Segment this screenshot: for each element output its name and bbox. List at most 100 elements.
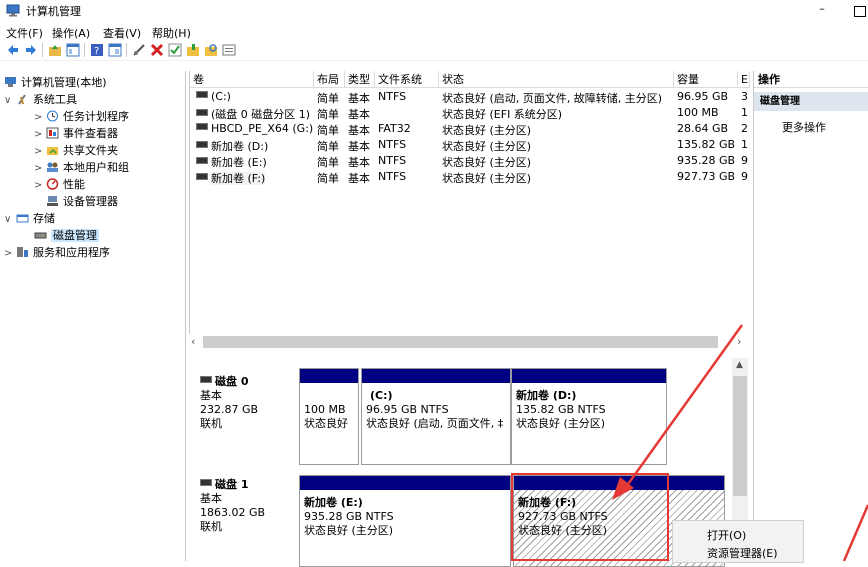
toolbar: ? (0, 40, 868, 61)
scrollbar-thumb[interactable] (203, 336, 718, 348)
partition-bar (300, 476, 510, 490)
context-menu-open[interactable]: 打开(O) (707, 527, 746, 543)
disk-0-type: 基本 (200, 389, 222, 402)
toolbar-separator (126, 43, 127, 57)
partition-efi[interactable]: 100 MB 状态良好 (299, 368, 359, 465)
disk-0-size: 232.87 GB (200, 403, 259, 416)
column-header-layout[interactable]: 布局 (314, 71, 345, 88)
svg-text:?: ? (94, 46, 99, 57)
minimize-button[interactable]: – (812, 2, 832, 18)
volume-row[interactable]: (C:) 简单 基本 NTFS 状态良好 (启动, 页面文件, 故障转储, 主分… (190, 90, 750, 106)
drive-icon (196, 157, 208, 164)
menu-view[interactable]: 查看(V) (103, 25, 141, 41)
volume-list: 卷 布局 类型 文件系统 状态 容量 E (C:) 简单 基本 NTFS 状态良… (189, 71, 750, 349)
volume-row[interactable]: (磁盘 0 磁盘分区 1) 简单 基本 状态良好 (EFI 系统分区) 100 … (190, 106, 750, 122)
column-header-status[interactable]: 状态 (439, 71, 674, 88)
drive-icon (196, 141, 208, 148)
check-icon[interactable] (168, 43, 182, 57)
drive-icon (196, 123, 208, 130)
chevron-right-icon[interactable]: > (34, 180, 46, 191)
column-header-filesystem[interactable]: 文件系统 (375, 71, 439, 88)
menu-action[interactable]: 操作(A) (52, 25, 90, 41)
partition-bar (300, 369, 358, 383)
chevron-right-icon[interactable]: > (34, 163, 46, 174)
show-hide-tree-icon[interactable] (66, 43, 80, 57)
chevron-right-icon[interactable]: > (34, 129, 46, 140)
volume-row[interactable]: 新加卷 (F:) 简单 基本 NTFS 状态良好 (主分区) 927.73 GB… (190, 170, 750, 186)
column-header-free[interactable]: E (738, 71, 750, 88)
volume-row[interactable]: 新加卷 (E:) 简单 基本 NTFS 状态良好 (主分区) 935.28 GB… (190, 154, 750, 170)
menu-help[interactable]: 帮助(H) (152, 25, 191, 41)
highlight-box (511, 473, 669, 561)
partition-bar (362, 369, 510, 383)
volume-row[interactable]: 新加卷 (D:) 简单 基本 NTFS 状态良好 (主分区) 135.82 GB… (190, 138, 750, 154)
disk-1-title: 磁盘 1 (200, 476, 248, 492)
scroll-up-icon[interactable]: ▲ (736, 360, 743, 370)
event-viewer-icon (46, 127, 59, 139)
tree-item-task-scheduler[interactable]: > 任务计划程序 (34, 108, 129, 125)
tree-item-local-users[interactable]: > 本地用户和组 (34, 159, 129, 176)
connect-icon[interactable] (132, 43, 146, 57)
tree-item-event-viewer[interactable]: > 事件查看器 (34, 125, 118, 142)
tree-item-system-tools[interactable]: ∨ 系统工具 (4, 91, 77, 108)
view-icon[interactable] (222, 43, 236, 57)
device-manager-icon (47, 196, 58, 206)
disk-0-title: 磁盘 0 (200, 373, 248, 389)
column-header-type[interactable]: 类型 (345, 71, 375, 88)
properties-icon[interactable] (108, 43, 122, 57)
more-actions-link[interactable]: 更多操作 (782, 119, 826, 135)
delete-icon[interactable] (150, 43, 164, 57)
disk-1-type: 基本 (200, 492, 222, 505)
tree-item-shared-folders[interactable]: > 共享文件夹 (34, 142, 118, 159)
disk-1-status: 联机 (200, 520, 222, 533)
up-folder-icon[interactable] (48, 43, 62, 57)
chevron-down-icon[interactable]: ∨ (4, 95, 16, 106)
actions-header: 操作 (754, 71, 868, 88)
disk-0-status: 联机 (200, 417, 222, 430)
menu-bar: 文件(F) 操作(A) 查看(V) 帮助(H) (0, 22, 868, 41)
title-bar: 计算机管理 – (0, 0, 868, 22)
context-menu-explorer[interactable]: 资源管理器(E) (707, 545, 778, 561)
tree-item-device-manager[interactable]: 设备管理器 (46, 193, 118, 210)
tree-item-computer-management[interactable]: 计算机管理(本地) (4, 74, 107, 91)
services-icon (17, 247, 28, 257)
actions-section-disk-management[interactable]: 磁盘管理 (754, 92, 868, 111)
scroll-right-icon[interactable]: › (737, 335, 741, 348)
chevron-down-icon[interactable]: ∨ (4, 214, 16, 225)
toolbar-separator (42, 43, 43, 57)
maximize-button[interactable] (854, 6, 866, 17)
clock-icon (47, 110, 58, 122)
chevron-right-icon[interactable]: > (34, 112, 46, 123)
storage-icon (16, 214, 29, 223)
partition-c[interactable]: (C:) 96.95 GB NTFS 状态良好 (启动, 页面文件, ‡ (361, 368, 511, 465)
window-title: 计算机管理 (26, 5, 81, 18)
chevron-right-icon[interactable]: > (34, 146, 46, 157)
users-icon (47, 162, 58, 172)
column-header-volume[interactable]: 卷 (190, 71, 314, 88)
column-header-capacity[interactable]: 容量 (674, 71, 738, 88)
disk-0-header[interactable]: 磁盘 0 基本 232.87 GB 联机 (189, 368, 300, 463)
forward-icon[interactable] (24, 43, 38, 57)
volume-row[interactable]: HBCD_PE_X64 (G:) 简单 基本 FAT32 状态良好 (主分区) … (190, 122, 750, 138)
tree-item-services-apps[interactable]: > 服务和应用程序 (4, 244, 110, 261)
tree-item-storage[interactable]: ∨ 存储 (4, 210, 55, 227)
menu-file[interactable]: 文件(F) (6, 25, 43, 41)
computer-management-icon (5, 77, 16, 87)
folder-search-icon[interactable] (204, 43, 218, 57)
disk-1-header[interactable]: 磁盘 1 基本 1863.02 GB 联机 (189, 471, 300, 561)
folder-open-icon[interactable] (186, 43, 200, 57)
tree-item-disk-management[interactable]: 磁盘管理 (34, 227, 99, 244)
scrollbar-thumb[interactable] (733, 376, 747, 496)
toolbar-separator (84, 43, 85, 57)
disk-icon (200, 479, 212, 486)
horizontal-scrollbar[interactable]: ‹ › (189, 334, 749, 350)
back-icon[interactable] (6, 43, 20, 57)
performance-icon (46, 178, 59, 190)
partition-d[interactable]: 新加卷 (D:) 135.82 GB NTFS 状态良好 (主分区) (511, 368, 667, 465)
tree-item-performance[interactable]: > 性能 (34, 176, 85, 193)
scroll-left-icon[interactable]: ‹ (191, 335, 195, 348)
chevron-right-icon[interactable]: > (4, 248, 16, 259)
tools-icon (18, 94, 26, 105)
help-icon[interactable]: ? (90, 43, 104, 57)
partition-e[interactable]: 新加卷 (E:) 935.28 GB NTFS 状态良好 (主分区) (299, 475, 511, 567)
